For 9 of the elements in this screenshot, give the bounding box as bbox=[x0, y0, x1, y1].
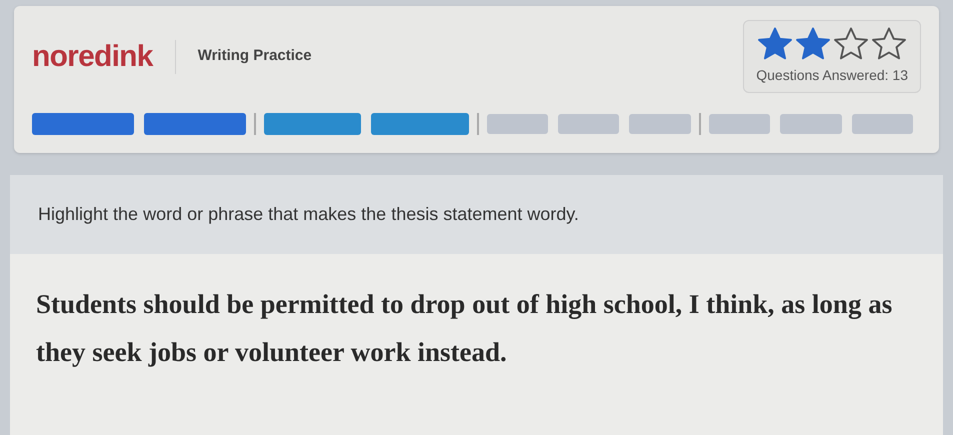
questions-answered: Questions Answered: 13 bbox=[756, 66, 908, 85]
question-prompt: Highlight the word or phrase that makes the thesis statement wordy. bbox=[38, 203, 580, 226]
page-title: Writing Practice bbox=[198, 46, 312, 66]
outline-star-icon bbox=[871, 27, 908, 61]
filled-star-icon bbox=[795, 27, 832, 61]
logo[interactable]: noredink bbox=[32, 34, 153, 79]
outline-star-icon bbox=[833, 27, 870, 61]
thesis-passage: Students should be permitted to drop out of high school, I think, as long as they seek jobs or volunteer work instead. bbox=[36, 288, 894, 369]
filled-star-icon bbox=[757, 27, 794, 61]
